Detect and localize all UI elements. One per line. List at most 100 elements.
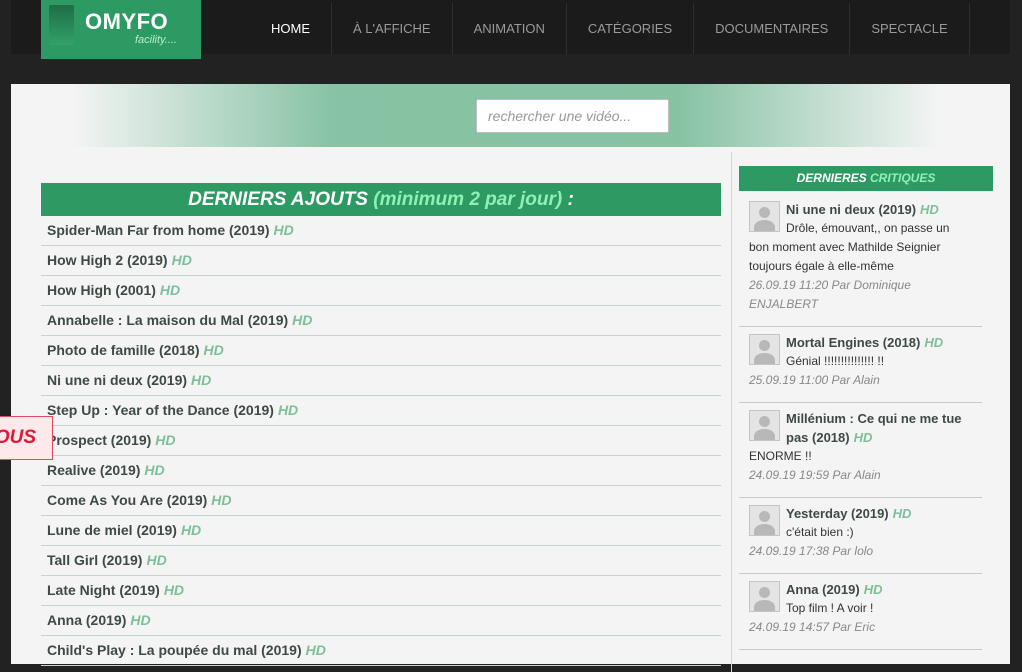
review-item[interactable]: Anna (2019) HD Top film ! A voir ! 24.09.… xyxy=(739,574,982,650)
avatar-icon xyxy=(749,201,780,232)
latest-header: DERNIERS AJOUTS (minimum 2 par jour) : xyxy=(41,183,721,216)
nav-categories[interactable]: CATÉGORIES xyxy=(567,3,695,54)
review-title-text: Mortal Engines (2018) xyxy=(786,335,921,350)
nav-documentaires[interactable]: DOCUMENTAIRES xyxy=(694,3,851,54)
review-text: Génial !!!!!!!!!!!!!!! !! xyxy=(786,354,885,368)
nav-animation[interactable]: ANIMATION xyxy=(453,3,567,54)
avatar-icon xyxy=(749,505,780,536)
nav-spectacle[interactable]: SPECTACLE xyxy=(850,3,970,54)
review-title-text: Ni une ni deux (2019) xyxy=(786,202,917,217)
review-item[interactable]: Mortal Engines (2018) HD Génial !!!!!!!!!… xyxy=(739,327,982,403)
reviews-header-title: DERNIERES xyxy=(796,171,867,185)
review-title[interactable]: Anna (2019) HD xyxy=(749,580,972,599)
hd-badge: HD xyxy=(305,642,326,658)
review-title-text: Yesterday (2019) xyxy=(786,506,889,521)
list-item[interactable]: Tall Girl (2019) HD xyxy=(41,546,721,576)
hd-badge: HD xyxy=(191,372,212,388)
list-item-title: Ni une ni deux (2019) xyxy=(47,372,188,388)
latest-header-suffix: : xyxy=(562,189,574,210)
list-item[interactable]: How High (2001) HD xyxy=(41,276,721,306)
review-title-text: Millénium : Ce qui ne me tue pas (2018) xyxy=(786,411,962,445)
list-item[interactable]: Annabelle : La maison du Mal (2019) HD xyxy=(41,306,721,336)
hd-badge: HD xyxy=(155,432,176,448)
search-band xyxy=(71,84,941,147)
reviews-list: Ni une ni deux (2019) HD Drôle, émouvant,… xyxy=(739,194,982,650)
list-item[interactable]: Lune de miel (2019) HD xyxy=(41,516,721,546)
hd-badge: HD xyxy=(863,582,883,597)
review-title[interactable]: Millénium : Ce qui ne me tue pas (2018) H… xyxy=(749,409,972,447)
review-meta: 24.09.19 19:59 Par Alain xyxy=(749,468,881,482)
list-item-title: Come As You Are (2019) xyxy=(47,492,208,508)
review-item[interactable]: Millénium : Ce qui ne me tue pas (2018) H… xyxy=(739,403,982,498)
list-item-title: Spider-Man Far from home (2019) xyxy=(47,222,270,238)
latest-list: Spider-Man Far from home (2019) HD How Hi… xyxy=(41,216,721,666)
review-item[interactable]: Yesterday (2019) HD c'était bien :) 24.09… xyxy=(739,498,982,574)
reviews-header: DERNIERES CRITIQUES xyxy=(739,166,993,191)
list-item-title: How High 2 (2019) xyxy=(47,252,168,268)
hd-badge: HD xyxy=(203,342,224,358)
avatar-icon xyxy=(749,581,780,612)
list-item[interactable]: Come As You Are (2019) HD xyxy=(41,486,721,516)
column-divider xyxy=(731,152,732,672)
logo-subtitle: facility.... xyxy=(135,34,177,46)
hd-badge: HD xyxy=(144,462,165,478)
hd-badge: HD xyxy=(171,252,192,268)
latest-header-accent: (minimum 2 par jour) xyxy=(373,189,563,210)
latest-header-title: DERNIERS AJOUTS xyxy=(188,189,368,210)
hd-badge: HD xyxy=(273,222,294,238)
review-title-text: Anna (2019) xyxy=(786,582,860,597)
list-item-title: Anna (2019) xyxy=(47,612,127,628)
list-item[interactable]: Prospect (2019) HD xyxy=(41,426,721,456)
list-item-title: Child's Play : La poupée du mal (2019) xyxy=(47,642,302,658)
review-title[interactable]: Yesterday (2019) HD xyxy=(749,504,972,523)
review-meta: 24.09.19 17:38 Par lolo xyxy=(749,544,874,558)
list-item-title: Prospect (2019) xyxy=(47,432,152,448)
hd-badge: HD xyxy=(292,312,313,328)
list-item[interactable]: Ni une ni deux (2019) HD xyxy=(41,366,721,396)
content-panel: DERNIERS AJOUTS (minimum 2 par jour) : S… xyxy=(11,84,1010,672)
list-item[interactable]: Spider-Man Far from home (2019) HD xyxy=(41,216,721,246)
list-item-title: Step Up : Year of the Dance (2019) xyxy=(47,402,274,418)
review-title[interactable]: Mortal Engines (2018) HD xyxy=(749,333,972,352)
list-item-title: Late Night (2019) xyxy=(47,582,160,598)
nav-a-laffiche[interactable]: À L'AFFICHE xyxy=(332,3,453,54)
review-text: Top film ! A voir ! xyxy=(786,601,874,615)
floating-side-tab[interactable]: OUS xyxy=(0,416,53,460)
list-item[interactable]: Child's Play : La poupée du mal (2019) HD xyxy=(41,636,721,666)
hd-badge: HD xyxy=(277,402,299,418)
hd-badge: HD xyxy=(920,202,939,217)
logo-mark-icon xyxy=(49,5,74,45)
review-title[interactable]: Ni une ni deux (2019) HD xyxy=(749,200,972,219)
list-item[interactable]: Anna (2019) HD xyxy=(41,606,721,636)
review-text: Drôle, émouvant,, on passe un bon moment… xyxy=(749,221,950,273)
list-item[interactable]: Realive (2019) HD xyxy=(41,456,721,486)
floating-tab-label: OUS xyxy=(0,427,36,448)
list-item[interactable]: How High 2 (2019) HD xyxy=(41,246,721,276)
hd-badge: HD xyxy=(146,552,167,568)
avatar-icon xyxy=(749,410,780,441)
review-text: ENORME !! xyxy=(749,449,812,463)
list-item-title: Tall Girl (2019) xyxy=(47,552,143,568)
review-text: c'était bien :) xyxy=(786,525,854,539)
site-logo[interactable]: OMYFO facility.... xyxy=(41,0,201,59)
list-item[interactable]: Late Night (2019) HD xyxy=(41,576,721,606)
list-item-title: How High (2001) xyxy=(47,282,156,298)
search-input[interactable] xyxy=(476,99,669,133)
list-item-title: Realive (2019) xyxy=(47,462,141,478)
hd-badge: HD xyxy=(130,612,151,628)
review-meta: 25.09.19 11:00 Par Alain xyxy=(749,373,880,387)
hd-badge: HD xyxy=(159,282,181,298)
review-meta: 24.09.19 14:57 Par Eric xyxy=(749,620,876,634)
hd-badge: HD xyxy=(163,582,185,598)
nav-home[interactable]: HOME xyxy=(250,3,332,54)
list-item[interactable]: Photo de famille (2018) HD xyxy=(41,336,721,366)
review-item[interactable]: Ni une ni deux (2019) HD Drôle, émouvant,… xyxy=(739,194,982,327)
hd-badge: HD xyxy=(211,492,232,508)
hd-badge: HD xyxy=(853,430,873,445)
reviews-header-accent: CRITIQUES xyxy=(870,171,936,185)
avatar-icon xyxy=(749,334,780,365)
review-meta: 26.09.19 11:20 Par Dominique ENJALBERT xyxy=(749,278,911,311)
list-item[interactable]: Step Up : Year of the Dance (2019) HD xyxy=(41,396,721,426)
list-item-title: Lune de miel (2019) xyxy=(47,522,177,538)
hd-badge: HD xyxy=(924,335,944,350)
